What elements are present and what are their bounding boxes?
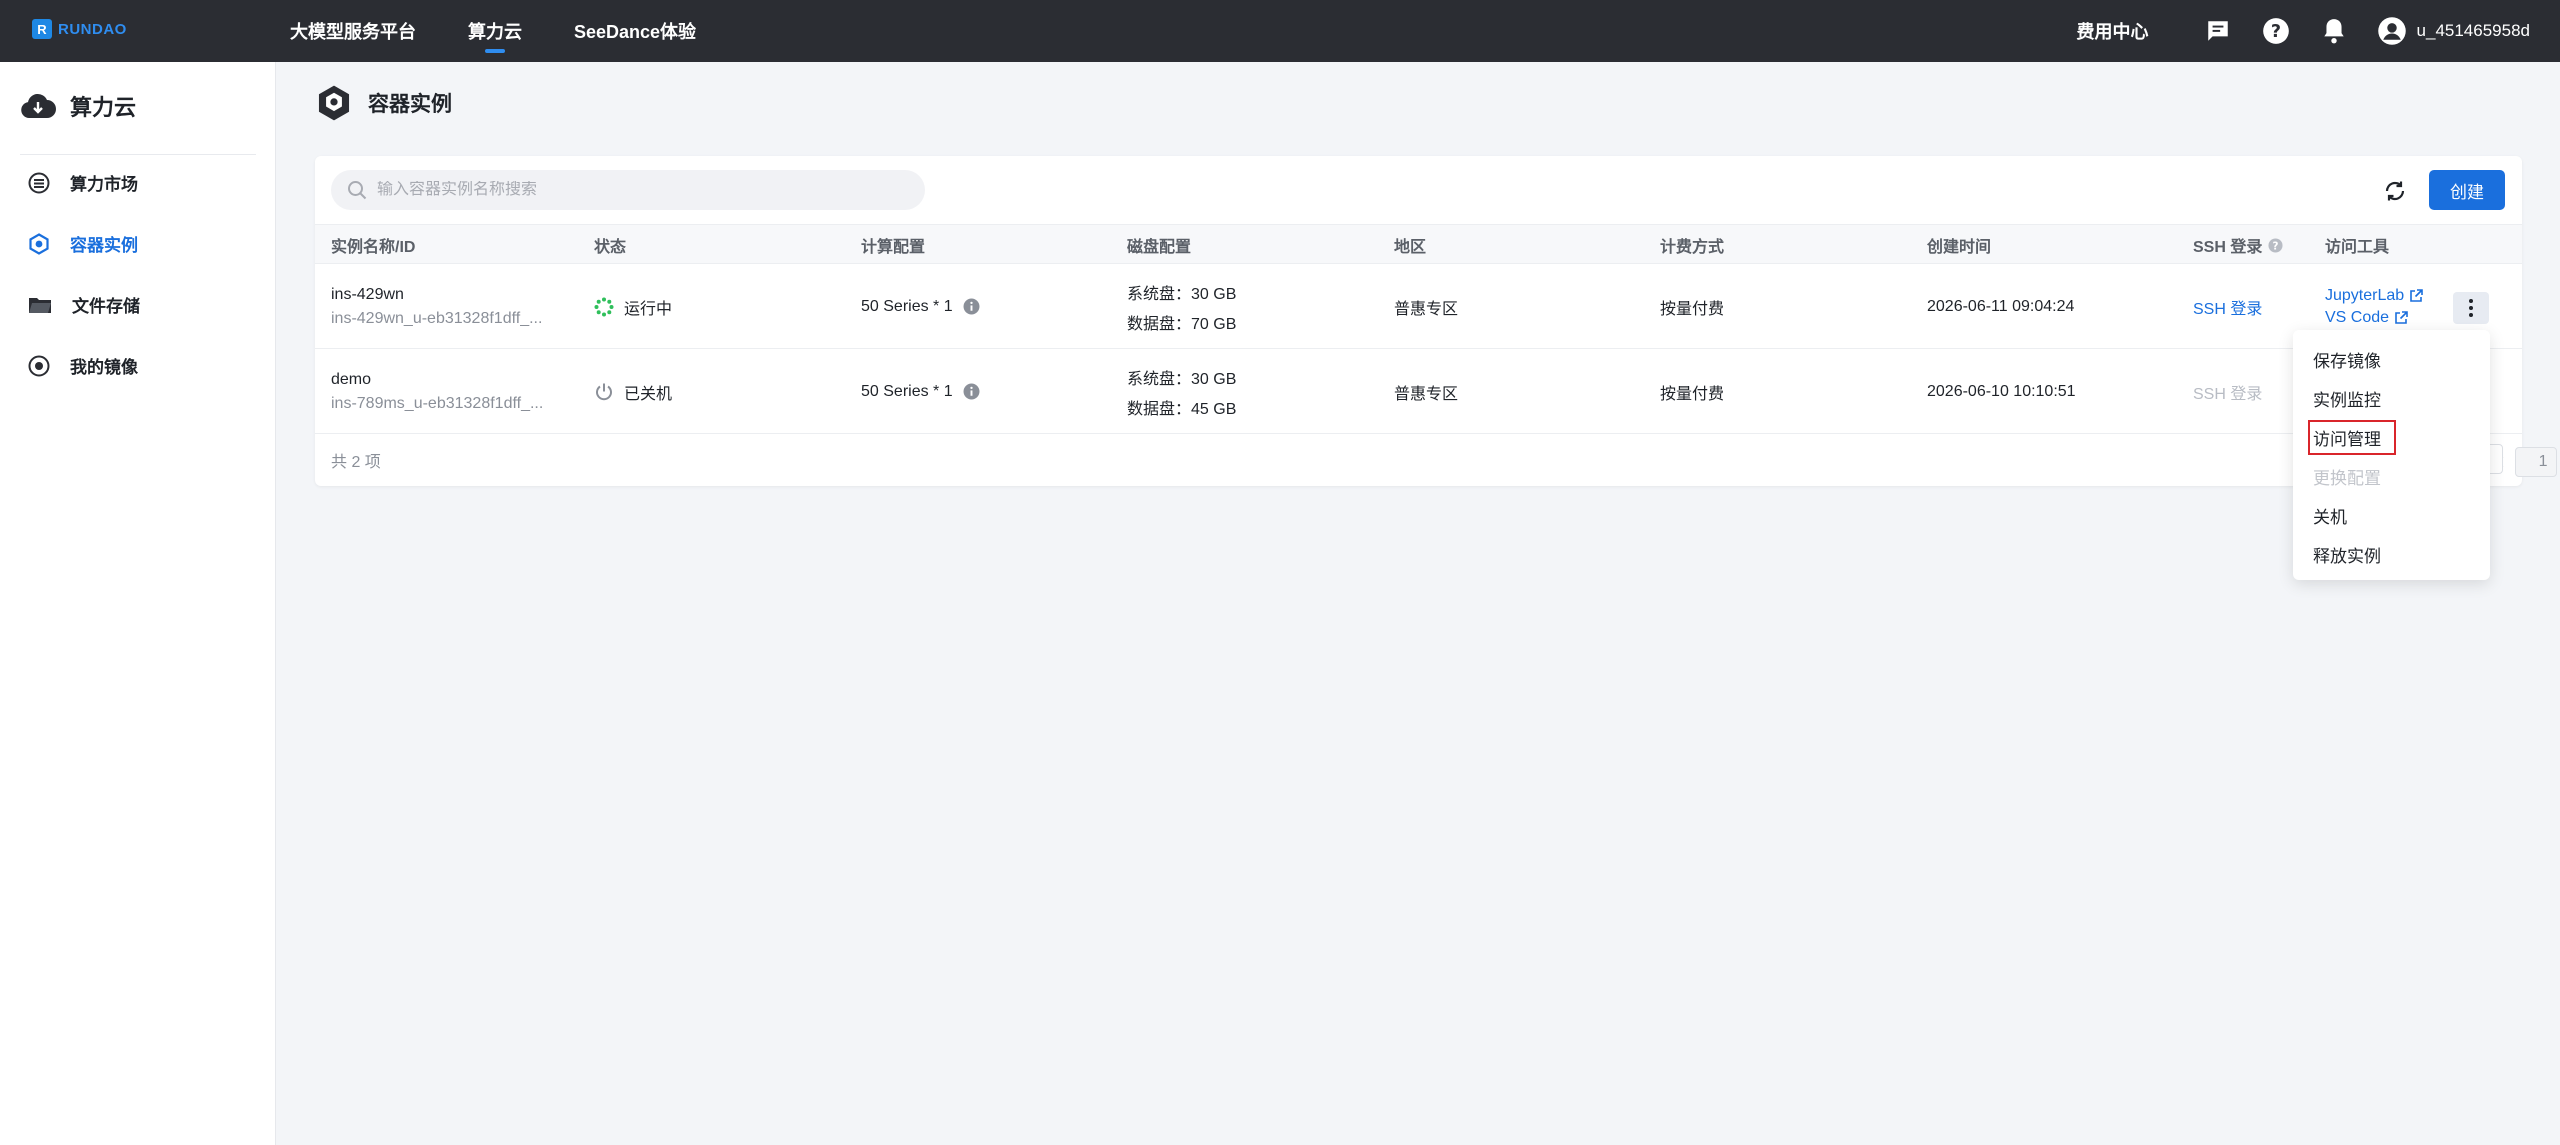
menu-item-instance-monitor[interactable]: 实例监控 bbox=[2293, 379, 2490, 418]
svg-text:?: ? bbox=[2270, 22, 2280, 42]
search-box[interactable] bbox=[331, 170, 925, 210]
ssh-login-link[interactable]: SSH 登录 bbox=[2193, 295, 2262, 319]
nav-seedance[interactable]: SeeDance体验 bbox=[574, 0, 696, 62]
sidebar-item-container-instances[interactable]: 容器实例 bbox=[28, 231, 138, 256]
th-disk: 磁盘配置 bbox=[1127, 239, 1192, 256]
jupyterlab-link[interactable]: JupyterLab bbox=[2325, 287, 2423, 305]
th-region: 地区 bbox=[1394, 239, 1427, 256]
th-name: 实例名称/ID bbox=[331, 239, 416, 256]
nav-llm-platform[interactable]: 大模型服务平台 bbox=[290, 0, 416, 62]
help-icon[interactable]: ? bbox=[2268, 237, 2283, 253]
info-icon[interactable] bbox=[963, 383, 980, 400]
compute-cell: 50 Series * 1 bbox=[861, 349, 980, 434]
hexagon-icon bbox=[29, 232, 49, 255]
ssh-login-disabled: SSH 登录 bbox=[2193, 385, 2263, 403]
disk-cell: 系统盘：30 GB 数据盘：45 GB bbox=[1127, 370, 1237, 418]
top-right-actions: 费用中心 ? u_451465958d bbox=[2077, 0, 2530, 62]
help-icon[interactable]: ? bbox=[2261, 16, 2291, 46]
avatar-icon bbox=[2377, 17, 2406, 45]
search-icon bbox=[348, 181, 367, 200]
billing-cell: 按量付费 bbox=[1660, 300, 1725, 318]
th-compute: 计算配置 bbox=[861, 239, 926, 256]
external-link-icon bbox=[2410, 288, 2423, 302]
th-tools: 访问工具 bbox=[2325, 239, 2390, 256]
instance-id: ins-429wn_u-eb31328f1dff_... bbox=[331, 309, 543, 327]
menu-item-save-image[interactable]: 保存镜像 bbox=[2293, 340, 2490, 379]
compute-cell: 50 Series * 1 bbox=[861, 264, 980, 349]
page-title: 容器实例 bbox=[316, 84, 452, 122]
sidebar-item-my-images[interactable]: 我的镜像 bbox=[28, 353, 138, 378]
more-actions-button[interactable] bbox=[2453, 292, 2489, 324]
instance-name-cell: demo ins-789ms_u-eb31328f1dff_... bbox=[331, 349, 543, 434]
page-input[interactable]: 1 bbox=[2515, 447, 2557, 477]
logo-text: RUNDAO bbox=[58, 20, 127, 38]
table-row: ins-429wn ins-429wn_u-eb31328f1dff_... 运… bbox=[315, 264, 2522, 349]
menu-item-access-management[interactable]: 访问管理 bbox=[2293, 418, 2490, 457]
market-icon bbox=[28, 172, 50, 193]
status-text: 运行中 bbox=[624, 300, 673, 318]
vscode-link[interactable]: VS Code bbox=[2325, 309, 2423, 327]
menu-item-change-config: 更换配置 bbox=[2313, 469, 2381, 488]
external-link-icon bbox=[2395, 310, 2408, 324]
created-cell: 2026-06-10 10:10:51 bbox=[1927, 382, 2076, 400]
actions-dropdown: 保存镜像 实例监控 访问管理 更换配置 关机 释放实例 bbox=[2293, 330, 2490, 580]
ssh-cell: SSH 登录 bbox=[2193, 349, 2262, 434]
fee-center-link[interactable]: 费用中心 bbox=[2077, 18, 2149, 44]
sidebar: 算力云 算力市场 容器实例 文件存储 我的镜像 bbox=[0, 62, 276, 1145]
th-created: 创建时间 bbox=[1927, 239, 1992, 256]
region-cell: 普惠专区 bbox=[1394, 385, 1459, 403]
main-nav: 大模型服务平台 算力云 SeeDance体验 bbox=[290, 0, 748, 62]
status-cell: 运行中 bbox=[594, 264, 672, 349]
info-icon[interactable] bbox=[963, 298, 980, 315]
top-navbar: R RUNDAO 大模型服务平台 算力云 SeeDance体验 费用中心 ? u… bbox=[0, 0, 2560, 62]
region-cell: 普惠专区 bbox=[1394, 300, 1459, 318]
running-icon bbox=[594, 297, 614, 316]
disc-icon bbox=[28, 355, 50, 376]
message-icon[interactable] bbox=[2203, 16, 2233, 46]
pagination: 1 / 1 bbox=[2495, 444, 2560, 480]
nav-compute-cloud[interactable]: 算力云 bbox=[468, 0, 522, 62]
disk-cell: 系统盘：30 GB 数据盘：70 GB bbox=[1127, 285, 1237, 333]
power-icon bbox=[596, 383, 612, 400]
instance-name: demo bbox=[331, 370, 372, 388]
sidebar-item-market[interactable]: 算力市场 bbox=[28, 170, 138, 195]
th-ssh: SSH 登录 ? bbox=[2193, 225, 2283, 265]
cloud-icon bbox=[21, 93, 56, 118]
table-header: 实例名称/ID 状态 计算配置 磁盘配置 地区 计费方式 创建时间 SSH 登录… bbox=[315, 224, 2522, 264]
refresh-icon[interactable] bbox=[2380, 176, 2410, 206]
table-row: demo ins-789ms_u-eb31328f1dff_... 已关机 50… bbox=[315, 349, 2522, 434]
sidebar-divider bbox=[20, 154, 256, 155]
created-cell: 2026-06-11 09:04:24 bbox=[1927, 297, 2075, 315]
hexagon-icon bbox=[318, 85, 350, 121]
ssh-cell: SSH 登录 bbox=[2193, 264, 2262, 349]
billing-cell: 按量付费 bbox=[1660, 385, 1725, 403]
menu-item-release-instance[interactable]: 释放实例 bbox=[2293, 535, 2490, 574]
user-menu[interactable]: u_451465958d bbox=[2377, 16, 2530, 46]
sidebar-item-file-storage[interactable]: 文件存储 bbox=[28, 292, 140, 317]
instance-id: ins-789ms_u-eb31328f1dff_... bbox=[331, 394, 544, 412]
sidebar-title: 算力云 bbox=[20, 90, 136, 122]
folder-icon bbox=[29, 297, 51, 313]
create-button[interactable]: 创建 bbox=[2429, 170, 2505, 210]
more-vertical-icon bbox=[2469, 299, 2473, 317]
th-status: 状态 bbox=[594, 239, 627, 256]
username: u_451465958d bbox=[2416, 21, 2530, 40]
bell-icon[interactable] bbox=[2319, 16, 2349, 46]
menu-item-shutdown[interactable]: 关机 bbox=[2293, 496, 2490, 535]
status-cell: 已关机 bbox=[594, 349, 672, 434]
instance-name: ins-429wn bbox=[331, 285, 404, 303]
logo[interactable]: R RUNDAO bbox=[32, 19, 127, 39]
search-input[interactable] bbox=[377, 181, 907, 199]
instances-card: 创建 实例名称/ID 状态 计算配置 磁盘配置 地区 计费方式 创建时间 SSH… bbox=[315, 156, 2557, 486]
instance-name-cell: ins-429wn ins-429wn_u-eb31328f1dff_... bbox=[331, 264, 542, 349]
svg-text:?: ? bbox=[2273, 240, 2279, 252]
status-text: 已关机 bbox=[624, 385, 673, 403]
total-count: 共 2 项 bbox=[331, 454, 381, 471]
th-billing: 计费方式 bbox=[1660, 239, 1725, 256]
logo-icon: R bbox=[32, 19, 52, 39]
